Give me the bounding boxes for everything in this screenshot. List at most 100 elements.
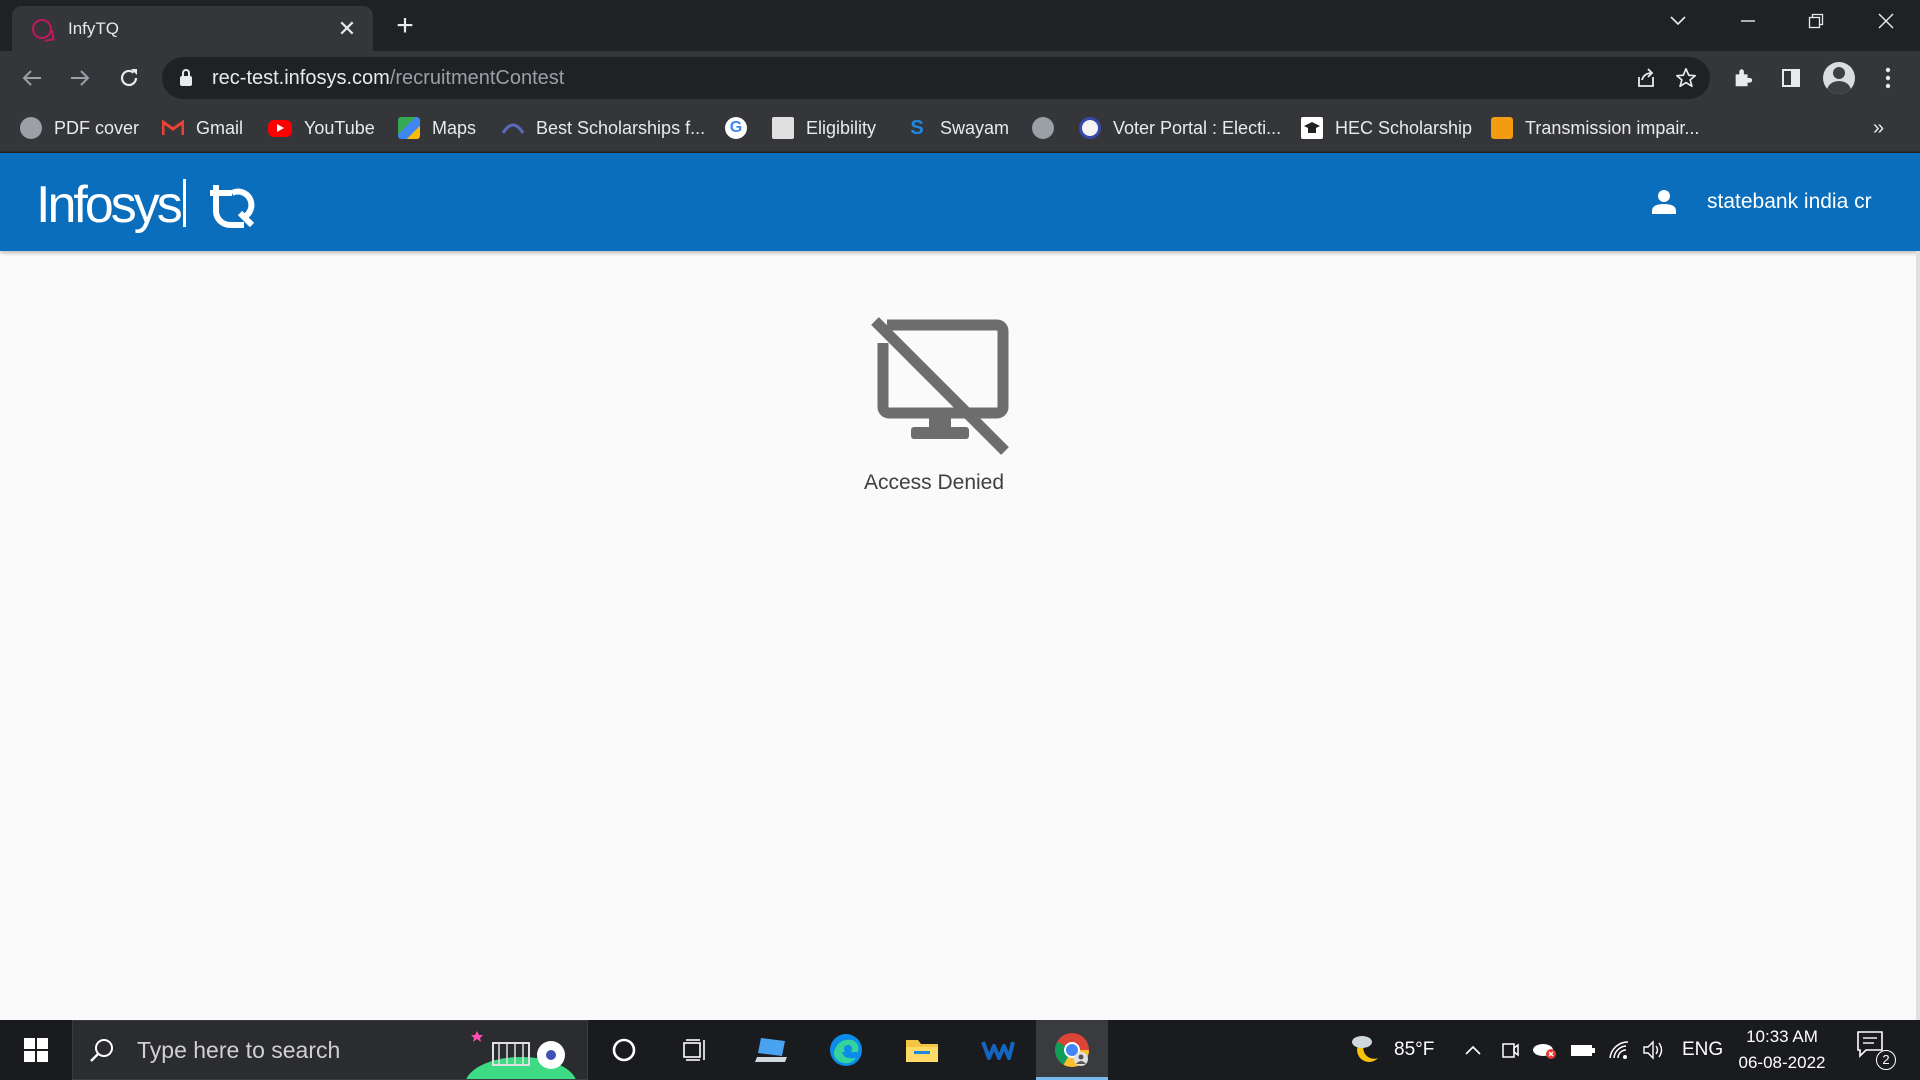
doc-icon <box>1491 117 1513 139</box>
minimize-icon <box>1741 20 1755 22</box>
bookmark-eligibility[interactable]: Eligibility <box>772 113 876 143</box>
task-view-icon <box>683 1039 705 1061</box>
restore-icon <box>1808 13 1824 29</box>
tray-language[interactable]: ENG <box>1682 1020 1723 1080</box>
chevron-down-icon <box>1670 16 1686 26</box>
hec-icon <box>1301 117 1323 139</box>
arrow-left-icon <box>22 70 41 86</box>
search-icon <box>90 1039 113 1062</box>
cortana-button[interactable] <box>588 1020 660 1080</box>
infytq-logo-icon[interactable] <box>206 177 258 229</box>
back-button[interactable] <box>15 61 49 95</box>
windows-taskbar: Type here to search 85°F ENG 10:33 AM 06… <box>0 1020 1920 1080</box>
bookmark-maps[interactable]: Maps <box>398 113 476 143</box>
weather-moon-cloud-icon <box>1352 1036 1378 1062</box>
infosys-logo[interactable]: Infosys <box>36 175 183 235</box>
tray-wifi[interactable] <box>1608 1020 1630 1080</box>
start-button[interactable] <box>0 1020 72 1080</box>
bookmark-voter-portal[interactable]: Voter Portal : Electi... <box>1079 113 1281 143</box>
reload-icon <box>120 69 138 87</box>
google-icon: G <box>725 117 747 139</box>
menu-kebab-icon[interactable] <box>1871 61 1905 95</box>
maps-icon <box>398 117 420 139</box>
bookmark-hec-scholarship[interactable]: HEC Scholarship <box>1301 113 1472 143</box>
page-content: Infosys statebank india cr Access Denied <box>0 153 1920 1020</box>
tray-volume[interactable] <box>1642 1020 1666 1080</box>
eci-icon <box>1079 117 1101 139</box>
tray-onedrive[interactable] <box>1532 1020 1558 1080</box>
side-panel-icon[interactable] <box>1774 61 1808 95</box>
bookmark-label: Gmail <box>196 117 244 138</box>
bookmark-globe[interactable] <box>1032 113 1066 143</box>
tray-overflow-button[interactable] <box>1464 1020 1482 1080</box>
cortana-icon <box>612 1038 636 1062</box>
taskbar-search-box[interactable]: Type here to search <box>72 1020 588 1080</box>
bookmark-transmission[interactable]: Transmission impair... <box>1491 113 1699 143</box>
tab-search-button[interactable] <box>1644 0 1712 42</box>
taskbar-app-laptop[interactable] <box>736 1020 808 1080</box>
globe-icon <box>1032 117 1054 139</box>
taskbar-app-file-explorer[interactable] <box>886 1020 958 1080</box>
task-view-button[interactable] <box>660 1020 732 1080</box>
logo-divider <box>183 179 186 227</box>
bookmark-youtube[interactable]: YouTube <box>268 113 375 143</box>
forward-button[interactable] <box>63 61 97 95</box>
profile-avatar[interactable] <box>1823 62 1855 94</box>
tab-strip: InfyTQ ✕ + <box>0 0 1920 51</box>
address-bar[interactable]: rec-test.infosys.com/recruitmentContest <box>162 57 1710 99</box>
search-highlight-art-icon <box>466 1031 576 1079</box>
lock-icon[interactable] <box>180 69 192 86</box>
taskbar-app-wave[interactable] <box>962 1020 1034 1080</box>
action-center-button[interactable]: 2 <box>1856 1030 1896 1070</box>
taskbar-app-chrome[interactable] <box>1036 1020 1108 1080</box>
bookmarks-bar: PDF cover Gmail YouTube Maps Best Schola… <box>0 105 1920 152</box>
globe-icon <box>20 117 42 139</box>
onedrive-error-icon <box>1533 1044 1556 1059</box>
windows-logo-icon <box>24 1038 48 1062</box>
bookmark-swayam[interactable]: S Swayam <box>906 113 1009 143</box>
extensions-icon[interactable] <box>1726 61 1760 95</box>
waves-app-icon <box>981 1041 1015 1060</box>
restore-button[interactable] <box>1782 0 1850 42</box>
access-denied-panel: Access Denied <box>0 313 1868 495</box>
bookmark-label: Transmission impair... <box>1525 117 1700 138</box>
weather-widget[interactable]: 85°F <box>1348 1020 1434 1080</box>
arrow-right-icon <box>71 70 90 86</box>
clock-date: 06-08-2022 <box>1738 1053 1826 1072</box>
access-denied-message: Access Denied <box>863 471 1005 494</box>
bookmark-best-scholarships[interactable]: Best Scholarships f... <box>502 113 705 143</box>
bookmark-label: YouTube <box>304 117 375 138</box>
bookmark-label: Best Scholarships f... <box>536 117 706 138</box>
tray-meet-now[interactable] <box>1500 1020 1520 1080</box>
bookmark-star-icon[interactable] <box>1672 64 1700 92</box>
taskbar-clock[interactable]: 10:33 AM 06-08-2022 <box>1724 1024 1840 1076</box>
close-window-button[interactable] <box>1852 0 1920 42</box>
wifi-icon <box>1609 1041 1629 1059</box>
user-icon[interactable] <box>1651 189 1677 215</box>
bookmark-pdf-cover[interactable]: PDF cover <box>20 113 139 143</box>
taskbar-app-edge[interactable] <box>810 1020 882 1080</box>
minimize-button[interactable] <box>1714 0 1782 42</box>
bookmark-gmail[interactable]: Gmail <box>162 113 243 143</box>
close-tab-icon[interactable]: ✕ <box>335 16 359 42</box>
bookmarks-overflow-button[interactable]: » <box>1873 117 1884 140</box>
share-icon[interactable] <box>1632 64 1660 92</box>
user-name[interactable]: statebank india cr <box>1707 190 1872 214</box>
search-placeholder: Type here to search <box>137 1036 341 1063</box>
battery-charging-icon <box>1571 1045 1595 1056</box>
close-icon <box>1878 13 1894 29</box>
bookmark-label: Voter Portal : Electi... <box>1113 117 1282 138</box>
tray-battery[interactable] <box>1570 1020 1596 1080</box>
meet-now-icon <box>1502 1043 1519 1058</box>
infytq-favicon-icon <box>32 18 52 39</box>
reload-button[interactable] <box>112 61 146 95</box>
chevron-up-icon <box>1465 1045 1481 1055</box>
laptop-app-icon <box>755 1038 787 1062</box>
clock-time: 10:33 AM <box>1746 1027 1818 1046</box>
new-tab-button[interactable]: + <box>388 10 422 44</box>
tab-infytq[interactable]: InfyTQ ✕ <box>12 6 373 51</box>
bookmark-label: Eligibility <box>806 117 877 138</box>
bookmark-google[interactable]: G <box>725 113 759 143</box>
page-scroll-edge <box>1916 251 1920 1020</box>
chrome-icon <box>1055 1033 1089 1067</box>
